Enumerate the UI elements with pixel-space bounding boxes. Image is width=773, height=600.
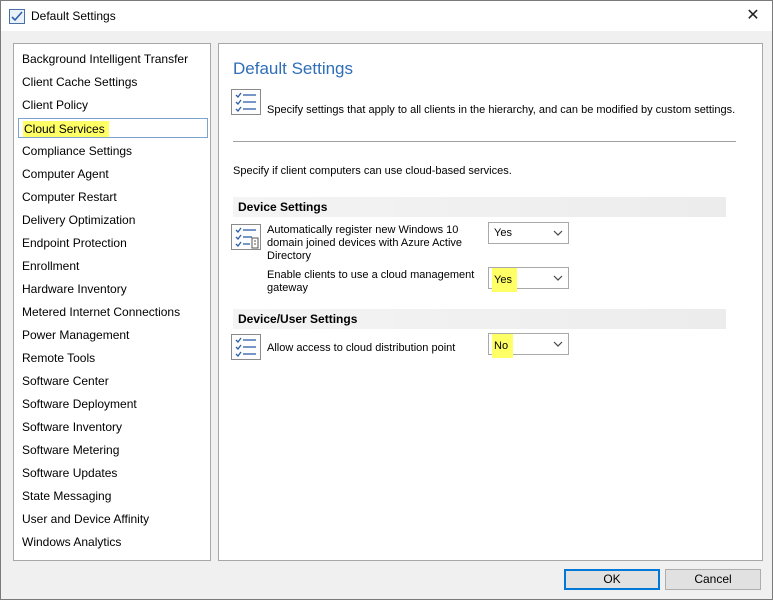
- nav-item-user-and-device-affinity[interactable]: User and Device Affinity: [18, 509, 208, 529]
- chevron-down-icon: [553, 224, 563, 250]
- page-description: Specify settings that apply to all clien…: [267, 104, 736, 116]
- section-header-device-settings: Device Settings: [233, 197, 726, 217]
- dialog-window: Default Settings ✕ Background Intelligen…: [0, 0, 773, 600]
- nav-item-enrollment[interactable]: Enrollment: [18, 256, 208, 276]
- divider: [233, 141, 736, 142]
- nav-item-computer-agent[interactable]: Computer Agent: [18, 164, 208, 184]
- nav-item-label: Computer Agent: [22, 167, 109, 181]
- nav-item-software-deployment[interactable]: Software Deployment: [18, 394, 208, 414]
- nav-item-label: Delivery Optimization: [22, 213, 136, 227]
- nav-item-label: Client Policy: [22, 98, 89, 112]
- close-icon[interactable]: ✕: [736, 1, 770, 31]
- nav-item-delivery-optimization[interactable]: Delivery Optimization: [18, 210, 208, 230]
- settings-content-panel: Default Settings Specify settings that a…: [218, 43, 763, 561]
- title-bar[interactable]: Default Settings ✕: [1, 1, 772, 31]
- cloud-management-gateway-dropdown[interactable]: Yes: [488, 267, 569, 292]
- nav-item-label: State Messaging: [22, 489, 112, 503]
- checklist-icon: [231, 334, 261, 360]
- dropdown-value: Yes: [492, 268, 517, 292]
- page-title: Default Settings: [233, 59, 354, 78]
- nav-item-label: Metered Internet Connections: [22, 305, 181, 319]
- setting-label-auto-register: Automatically register new Windows 10 do…: [267, 224, 463, 262]
- nav-item-computer-restart[interactable]: Computer Restart: [18, 187, 208, 207]
- cloud-distribution-point-dropdown[interactable]: No: [488, 333, 569, 358]
- nav-item-label: Client Cache Settings: [22, 75, 138, 89]
- nav-item-power-management[interactable]: Power Management: [18, 325, 208, 345]
- dropdown-value: No: [492, 334, 514, 358]
- auto-register-dropdown[interactable]: Yes: [488, 222, 569, 244]
- nav-item-remote-tools[interactable]: Remote Tools: [18, 348, 208, 368]
- nav-item-software-center[interactable]: Software Center: [18, 371, 208, 391]
- cancel-button[interactable]: Cancel: [665, 569, 761, 590]
- nav-item-compliance-settings[interactable]: Compliance Settings: [18, 141, 208, 161]
- nav-item-client-policy[interactable]: Client Policy: [18, 95, 208, 115]
- nav-item-label: Computer Restart: [22, 190, 117, 204]
- nav-item-label: Background Intelligent Transfer: [22, 52, 189, 66]
- nav-item-label: Endpoint Protection: [22, 236, 127, 250]
- page-subtitle: Specify if client computers can use clou…: [233, 165, 512, 177]
- nav-item-metered-internet-connections[interactable]: Metered Internet Connections: [18, 302, 208, 322]
- nav-item-windows-analytics[interactable]: Windows Analytics: [18, 532, 208, 552]
- nav-item-label: Software Metering: [22, 443, 120, 457]
- nav-item-label: Software Deployment: [22, 397, 137, 411]
- settings-category-list: Background Intelligent Transfer Client C…: [13, 43, 211, 561]
- nav-item-client-cache-settings[interactable]: Client Cache Settings: [18, 72, 208, 92]
- ok-button[interactable]: OK: [564, 569, 660, 590]
- nav-item-software-metering[interactable]: Software Metering: [18, 440, 208, 460]
- nav-item-label: Remote Tools: [22, 351, 96, 365]
- device-settings-icon: [231, 224, 261, 250]
- checklist-app-icon: [9, 9, 25, 24]
- dropdown-value: Yes: [494, 227, 512, 239]
- nav-item-endpoint-protection[interactable]: Endpoint Protection: [18, 233, 208, 253]
- nav-item-software-inventory[interactable]: Software Inventory: [18, 417, 208, 437]
- nav-item-software-updates[interactable]: Software Updates: [18, 463, 208, 483]
- nav-item-label: Cloud Services: [23, 121, 109, 137]
- nav-item-label: Software Center: [22, 374, 109, 388]
- chevron-down-icon: [553, 269, 563, 295]
- nav-item-label: Compliance Settings: [22, 144, 133, 158]
- nav-item-cloud-services[interactable]: Cloud Services: [18, 118, 208, 138]
- nav-item-label: Power Management: [22, 328, 130, 342]
- checklist-icon: [231, 89, 261, 115]
- nav-item-label: Enrollment: [22, 259, 80, 273]
- nav-item-state-messaging[interactable]: State Messaging: [18, 486, 208, 506]
- nav-item-hardware-inventory[interactable]: Hardware Inventory: [18, 279, 208, 299]
- nav-item-background-intelligent-transfer[interactable]: Background Intelligent Transfer: [18, 49, 208, 69]
- setting-label-cloud-distribution-point: Allow access to cloud distribution point: [267, 342, 456, 354]
- section-header-device-user-settings: Device/User Settings: [233, 309, 726, 329]
- setting-label-cloud-management-gateway: Enable clients to use a cloud management…: [267, 269, 475, 294]
- chevron-down-icon: [553, 335, 563, 361]
- nav-item-label: Hardware Inventory: [22, 282, 127, 296]
- window-title: Default Settings: [31, 9, 116, 23]
- nav-item-label: Software Inventory: [22, 420, 123, 434]
- nav-item-label: Software Updates: [22, 466, 118, 480]
- nav-item-label: User and Device Affinity: [22, 512, 150, 526]
- nav-item-label: Windows Analytics: [22, 535, 122, 549]
